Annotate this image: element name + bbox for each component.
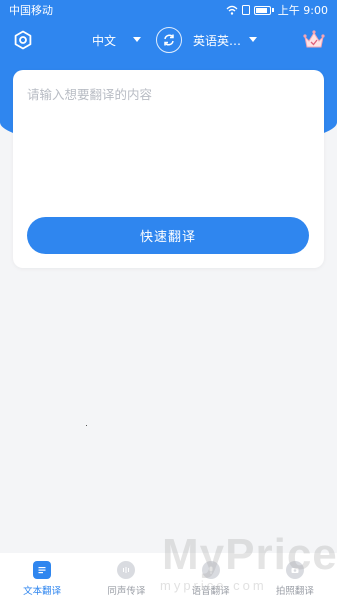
- tab-label: 文本翻译: [23, 586, 62, 597]
- toolbar: 中文 英语英…: [0, 26, 337, 54]
- translation-card: 快速翻译: [13, 70, 324, 268]
- stray-dot: [86, 425, 87, 426]
- vip-crown-icon[interactable]: [302, 29, 326, 51]
- source-language-selector[interactable]: 中文: [92, 32, 116, 49]
- tab-label: 同声传译: [107, 586, 146, 597]
- tab-text-translate[interactable]: 文本翻译: [0, 553, 84, 600]
- swap-languages-button[interactable]: [156, 27, 182, 53]
- voice-icon: [201, 561, 220, 579]
- target-language-selector[interactable]: 英语英…: [193, 32, 241, 49]
- sim-icon: [241, 5, 250, 15]
- status-bar: 中国移动 上午 9:00: [0, 0, 337, 20]
- camera-icon: [285, 561, 304, 579]
- status-icons: 上午 9:00: [226, 2, 328, 18]
- tab-photo-translate[interactable]: 拍照翻译: [253, 553, 337, 600]
- carrier-label: 中国移动: [9, 4, 53, 17]
- tab-label: 拍照翻译: [275, 586, 314, 597]
- microphone-icon: [117, 561, 136, 579]
- target-dropdown-icon[interactable]: [249, 37, 257, 42]
- source-dropdown-icon[interactable]: [133, 37, 141, 42]
- tab-voice-translate[interactable]: 语音翻译: [169, 553, 253, 600]
- tab-label: 语音翻译: [191, 586, 230, 597]
- tab-simultaneous-interpretation[interactable]: 同声传译: [84, 553, 168, 600]
- document-icon: [33, 561, 52, 579]
- swap-icon: [164, 34, 174, 46]
- settings-icon[interactable]: [13, 30, 33, 50]
- bottom-tab-bar: 文本翻译 同声传译 语音翻译 拍照翻译: [0, 553, 337, 600]
- wifi-icon: [226, 5, 238, 15]
- quick-translate-button[interactable]: 快速翻译: [27, 217, 309, 254]
- translation-input[interactable]: [27, 84, 311, 204]
- battery-icon: [253, 5, 271, 15]
- clock: 上午 9:00: [277, 4, 328, 17]
- battery-tip: [271, 8, 274, 12]
